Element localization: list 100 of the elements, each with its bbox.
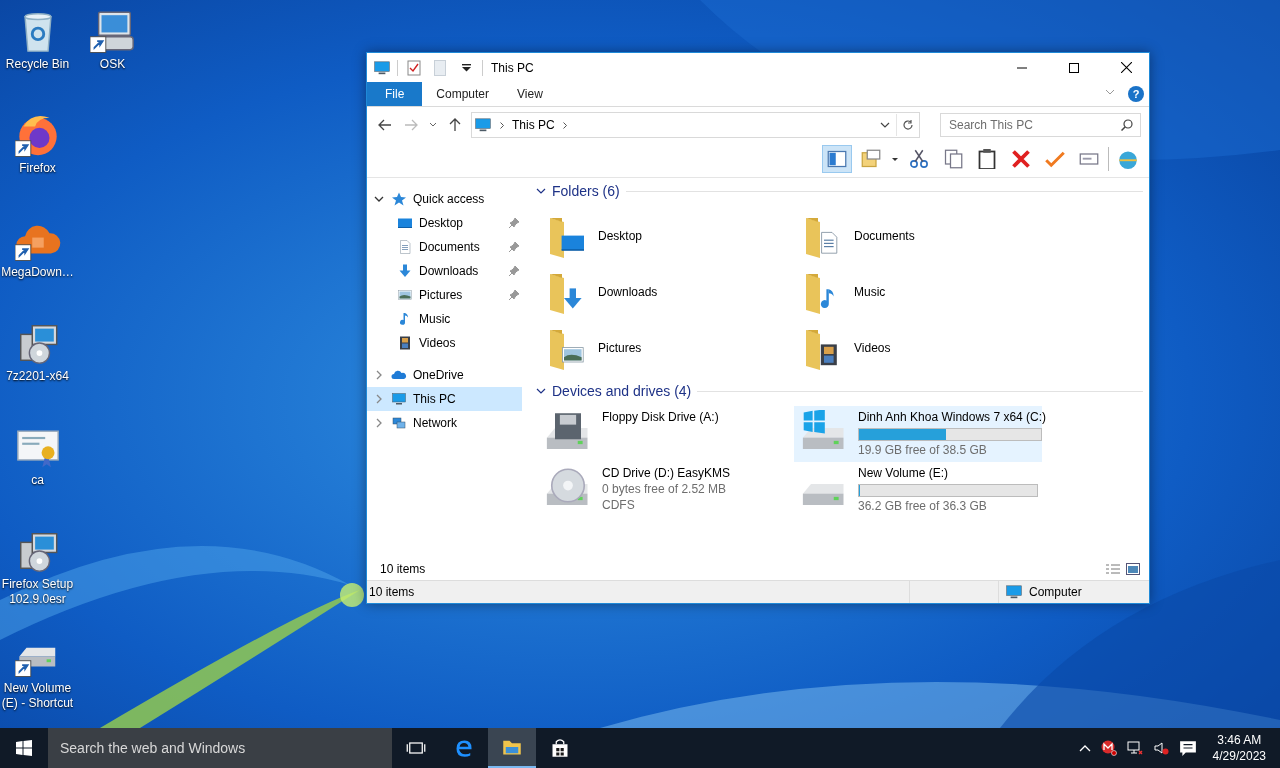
properties-icon [861,149,881,169]
desktop-icon-label[interactable]: Recycle Bin [0,57,75,72]
pc-icon [391,391,407,407]
globe-icon [1118,149,1138,169]
chevron-right-icon [562,121,567,129]
volume-button[interactable] [1152,740,1169,756]
caret-icon [892,157,898,161]
desktop-icon-label[interactable]: ca [0,473,75,488]
computer-icon [373,58,391,77]
circle-icon [1100,740,1117,756]
large-icons-view-icon [1126,563,1140,575]
desktop-icon-label[interactable]: New Volume (E) - Shortcut [0,681,75,711]
nav-item[interactable]: Downloads [367,259,522,283]
address-bar[interactable]: This PC [471,112,920,138]
search-icon [1121,119,1133,131]
nav-item[interactable]: OneDrive [367,363,522,387]
computer-icon [1005,583,1023,601]
nav-item[interactable]: Documents [367,235,522,259]
nav-item[interactable]: Videos [367,331,522,355]
breadcrumb[interactable]: This PC [512,118,555,132]
folder-item[interactable]: Pictures [544,320,800,376]
cut-icon [909,149,929,169]
pin-icon [509,290,519,300]
pin-icon [509,218,519,228]
nav-item[interactable]: Pictures [367,283,522,307]
clipboard-icon [977,149,997,169]
nav-item[interactable]: Desktop [367,211,522,235]
notifications-button[interactable] [1178,739,1197,757]
drive-item[interactable]: Floppy Disk Drive (A:) [538,406,786,462]
zone-label: Computer [1029,585,1082,599]
desktop-icon-label[interactable]: MegaDown… [0,265,75,280]
folder-item[interactable]: Desktop [544,208,800,264]
collapsed-chevron-icon [374,394,384,404]
document-icon [434,59,446,76]
forward-arrow-icon [404,119,418,131]
desktop-icon-label[interactable]: Firefox [0,161,75,176]
desktop-icon-label[interactable]: 7z2201-x64 [0,369,75,384]
expanded-chevron-icon [536,186,546,196]
network-icon [1126,740,1143,756]
search-field[interactable]: Search the web and Windows [48,728,392,768]
message-icon [1178,739,1197,757]
details-view-icon [1105,563,1121,575]
group-header[interactable]: Folders (6) [536,180,1143,202]
ribbon-tab[interactable]: File [367,82,423,106]
documents-icon [397,239,413,255]
pane-button[interactable] [822,145,852,173]
refresh-icon [902,119,914,131]
expanded-chevron-icon [374,194,384,204]
collapsed-chevron-icon [374,370,384,380]
videos-icon [397,335,413,351]
expanded-chevron-icon [536,386,546,396]
drive-item[interactable]: New Volume (E:) 36.2 GB free of 36.3 GB [794,462,1042,518]
nav-item[interactable]: This PC [367,387,522,411]
nav-item[interactable]: Music [367,307,522,331]
ribbon-tab[interactable]: Computer [422,82,504,106]
window-title: This PC [491,60,535,75]
status-text: 10 items [369,585,415,599]
delete-icon [1011,149,1031,169]
drive-item[interactable]: CD Drive (D:) EasyKMS 0 bytes free of 2.52 MB CDFS [538,462,786,518]
help-button[interactable]: ? [1128,86,1144,102]
maximize-icon [1069,62,1079,73]
speaker-muted-icon [1152,740,1169,756]
folder-item[interactable]: Videos [800,320,1056,376]
chevron-down-icon [1105,87,1115,97]
folder-item[interactable]: Documents [800,208,1056,264]
nav-item[interactable]: Quick access [367,187,522,211]
desktop-icon-label[interactable]: Firefox Setup 102.9.0esr [0,577,75,607]
network-icon [391,415,407,431]
pictures-icon [397,287,413,303]
copy-icon [943,149,963,169]
ribbon-tab[interactable]: View [503,82,557,106]
search-field[interactable]: Search This PC [940,113,1141,137]
item-count: 10 items [380,562,426,576]
taskbar-app-button[interactable] [488,728,536,768]
chevron-up-icon [1078,744,1091,752]
folder-item[interactable]: Music [800,264,1056,320]
e-logo-icon [454,738,474,758]
collapsed-chevron-icon [374,418,384,428]
pin-icon [509,242,519,252]
group-header[interactable]: Devices and drives (4) [536,380,1143,402]
caret-icon [461,63,471,72]
clock[interactable]: 3:46 AM 4/29/2023 [1206,732,1274,764]
desktop-icon-label[interactable]: OSK [75,57,150,72]
properties-button[interactable] [404,57,424,78]
up-arrow-icon [449,118,461,132]
close-icon [1120,62,1132,73]
star-icon [391,191,407,207]
network-button[interactable] [1126,740,1143,756]
shopping-bag-icon [550,738,570,758]
nav-item[interactable]: Network [367,411,522,435]
checklist-icon [407,59,421,76]
computer-icon [474,116,492,134]
pin-icon [509,266,519,276]
chevron-down-icon [429,122,437,128]
downloads-icon [397,263,413,279]
show-hidden-icons-button[interactable] [1078,744,1091,752]
folder-item[interactable]: Downloads [544,264,800,320]
chevron-right-icon [500,121,504,129]
checkmark-icon [1045,149,1065,169]
tray-app-button[interactable] [1100,740,1117,756]
